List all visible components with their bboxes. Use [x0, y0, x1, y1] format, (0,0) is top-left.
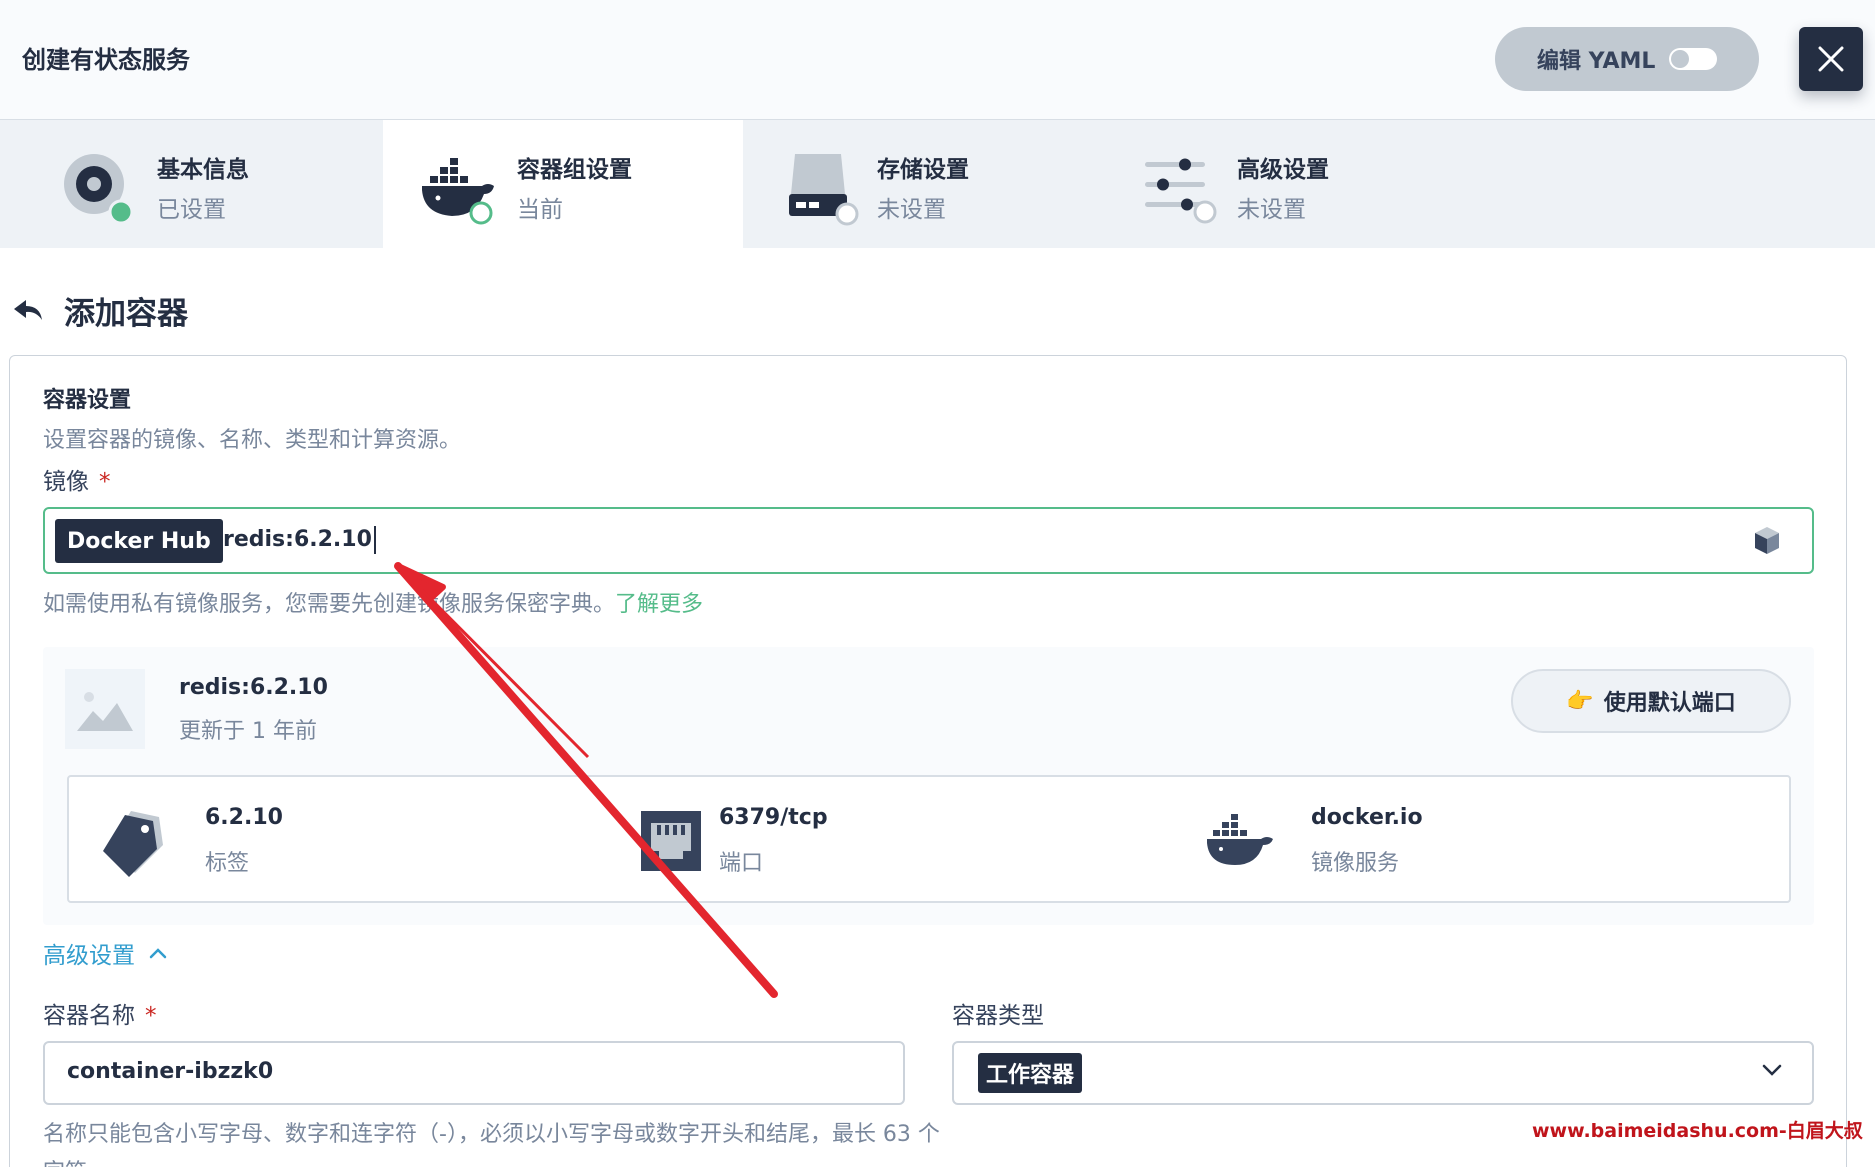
advanced-settings-toggle[interactable]: 高级设置	[43, 936, 167, 970]
yaml-switch[interactable]	[1669, 48, 1718, 70]
close-icon	[1818, 46, 1844, 72]
section-title: 容器设置	[43, 388, 132, 413]
sliders-icon	[1145, 158, 1217, 224]
image-input-value[interactable]: redis:6.2.10	[223, 526, 376, 554]
learn-more-link[interactable]: 了解更多	[615, 592, 703, 617]
registry-value: docker.io	[1311, 805, 1423, 830]
container-name-input[interactable]: container-ibzzk0	[43, 1041, 905, 1105]
back-arrow-icon[interactable]	[12, 296, 46, 326]
step-advanced-settings[interactable]: 高级设置 未设置	[1103, 120, 1463, 248]
private-registry-hint: 如需使用私有镜像服务，您需要先创建镜像服务保密字典。了解更多	[43, 586, 703, 618]
pointing-hand-icon: 👉	[1566, 688, 1594, 714]
page-title: 添加容器	[64, 296, 188, 332]
step-pod-settings[interactable]: 容器组设置 当前	[383, 120, 743, 248]
chevron-down-icon	[1762, 1064, 1782, 1076]
tag-label: 标签	[205, 851, 250, 876]
step-title: 容器组设置	[517, 157, 632, 183]
step-status: 未设置	[877, 197, 946, 223]
storage-icon	[789, 154, 859, 226]
use-default-ports-button[interactable]: 👉 使用默认端口	[1511, 669, 1791, 733]
image-search-input[interactable]: Docker Hub redis:6.2.10	[43, 507, 1814, 574]
container-type-value: 工作容器	[978, 1053, 1083, 1093]
container-settings-card: 容器设置 设置容器的镜像、名称、类型和计算资源。 镜像 * Docker Hub …	[9, 355, 1847, 1167]
registry-selector[interactable]: Docker Hub	[55, 519, 223, 563]
step-status: 当前	[517, 197, 563, 223]
hint-text: 如需使用私有镜像服务，您需要先创建镜像服务保密字典。	[43, 592, 616, 617]
docker-icon	[1207, 814, 1273, 865]
cube-icon[interactable]	[1750, 524, 1784, 558]
basic-info-icon	[64, 154, 134, 225]
step-basic-info[interactable]: 基本信息 已设置	[0, 120, 360, 248]
back-header: 添加容器	[12, 288, 188, 333]
container-type-select[interactable]: 工作容器	[952, 1041, 1814, 1105]
switch-knob	[1671, 50, 1690, 68]
modal-title: 创建有状态服务	[22, 46, 190, 74]
edit-yaml-toggle[interactable]: 编辑 YAML	[1495, 27, 1759, 91]
step-title: 存储设置	[877, 157, 969, 183]
chevron-up-icon	[149, 948, 167, 959]
port-label: 端口	[719, 851, 764, 876]
ethernet-port-icon	[641, 811, 701, 871]
step-bar: 基本信息 已设置 容器组设置 当前 存储设置 未设置 高级设置 未设置	[0, 120, 1875, 248]
tag-value: 6.2.10	[205, 805, 283, 830]
tag-icon	[103, 811, 163, 877]
step-status: 已设置	[157, 197, 226, 223]
advanced-settings-label: 高级设置	[43, 943, 135, 969]
image-name: redis:6.2.10	[179, 675, 328, 700]
required-mark: *	[145, 1003, 157, 1029]
text-caret	[373, 526, 376, 554]
image-meta-box: 6.2.10 标签 6379/tcp 端口 docker.io 镜像服务	[67, 775, 1791, 903]
image-input-text: redis:6.2.10	[223, 527, 372, 552]
container-name-label: 容器名称 *	[43, 996, 157, 1030]
docker-icon	[422, 158, 494, 225]
container-name-value: container-ibzzk0	[67, 1059, 274, 1084]
step-status: 未设置	[1237, 197, 1306, 223]
registry-label: 镜像服务	[1311, 851, 1400, 876]
step-title: 基本信息	[157, 157, 249, 183]
container-name-label-text: 容器名称	[43, 1003, 135, 1029]
image-updated: 更新于 1 年前	[179, 719, 317, 744]
use-default-ports-label: 使用默认端口	[1603, 691, 1736, 716]
step-title: 高级设置	[1237, 157, 1329, 183]
port-value: 6379/tcp	[719, 805, 828, 830]
image-placeholder-icon	[65, 669, 145, 749]
container-name-help: 名称只能包含小写字母、数字和连字符（-），必须以小写字母或数字开头和结尾，最长 …	[43, 1122, 940, 1167]
edit-yaml-label: 编辑 YAML	[1537, 49, 1656, 74]
container-type-label: 容器类型	[952, 1003, 1044, 1029]
modal-header: 创建有状态服务 编辑 YAML	[0, 0, 1875, 120]
watermark-text: www.baimeidashu.com-白眉大叔	[1532, 1120, 1863, 1142]
image-label: 镜像 *	[43, 462, 111, 496]
image-label-text: 镜像	[43, 469, 89, 495]
required-mark: *	[99, 469, 111, 495]
close-button[interactable]	[1799, 27, 1863, 91]
step-storage-settings[interactable]: 存储设置 未设置	[743, 120, 1103, 248]
section-description: 设置容器的镜像、名称、类型和计算资源。	[43, 428, 462, 453]
image-info-panel: redis:6.2.10 更新于 1 年前 👉 使用默认端口 6.2.10 标签	[43, 647, 1814, 925]
